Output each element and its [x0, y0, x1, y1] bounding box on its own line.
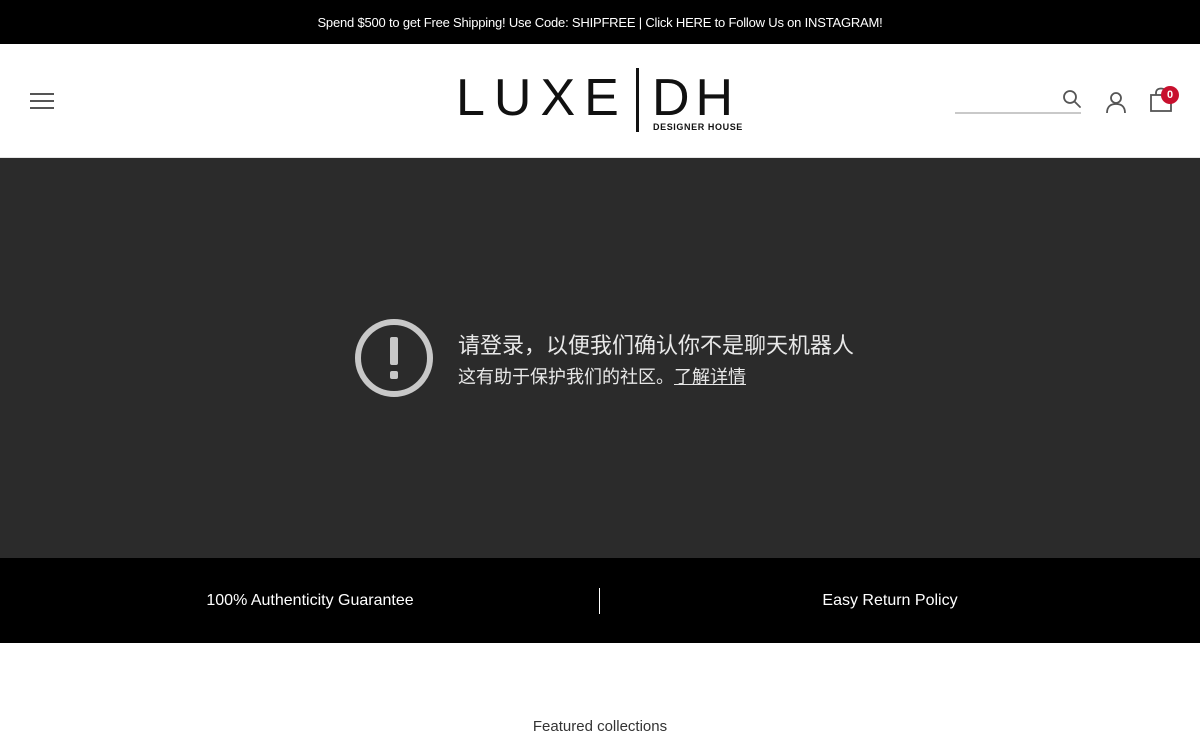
authenticity-guarantee: 100% Authenticity Guarantee — [206, 591, 414, 609]
site-logo[interactable]: LUXE DH DESIGNER HOUSE — [456, 68, 746, 134]
announcement-link[interactable]: Spend $500 to get Free Shipping! Use Cod… — [317, 15, 882, 30]
guarantee-strip: 100% Authenticity Guarantee Easy Return … — [0, 558, 1200, 643]
notice-title: 请登录，以便我们确认你不是聊天机器人 — [458, 333, 855, 358]
announcement-bar: Spend $500 to get Free Shipping! Use Cod… — [0, 0, 1200, 44]
search-input[interactable] — [955, 86, 1055, 112]
site-header: LUXE DH DESIGNER HOUSE 0 — [0, 44, 1200, 158]
logo-luxe-text: LUXE — [456, 69, 628, 127]
verification-notice: 请登录，以便我们确认你不是聊天机器人 这有助于保护我们的社区。了解详情 — [0, 158, 1200, 558]
search-icon[interactable] — [1062, 89, 1082, 109]
notice-subtitle-text: 这有助于保护我们的社区。 — [458, 367, 674, 387]
account-icon[interactable] — [1104, 90, 1128, 114]
featured-collections-heading: Featured collections — [532, 718, 668, 735]
learn-more-link[interactable]: 了解详情 — [674, 367, 746, 387]
return-policy: Easy Return Policy — [822, 591, 958, 609]
logo-divider — [636, 68, 639, 132]
logo-dh-text: DH — [652, 69, 740, 127]
logo-subtitle: DESIGNER HOUSE — [653, 122, 743, 132]
warning-icon — [355, 319, 433, 397]
cart-count-badge: 0 — [1161, 86, 1179, 104]
notice-subtitle: 这有助于保护我们的社区。了解详情 — [458, 363, 746, 389]
hamburger-menu-icon[interactable] — [30, 93, 54, 109]
